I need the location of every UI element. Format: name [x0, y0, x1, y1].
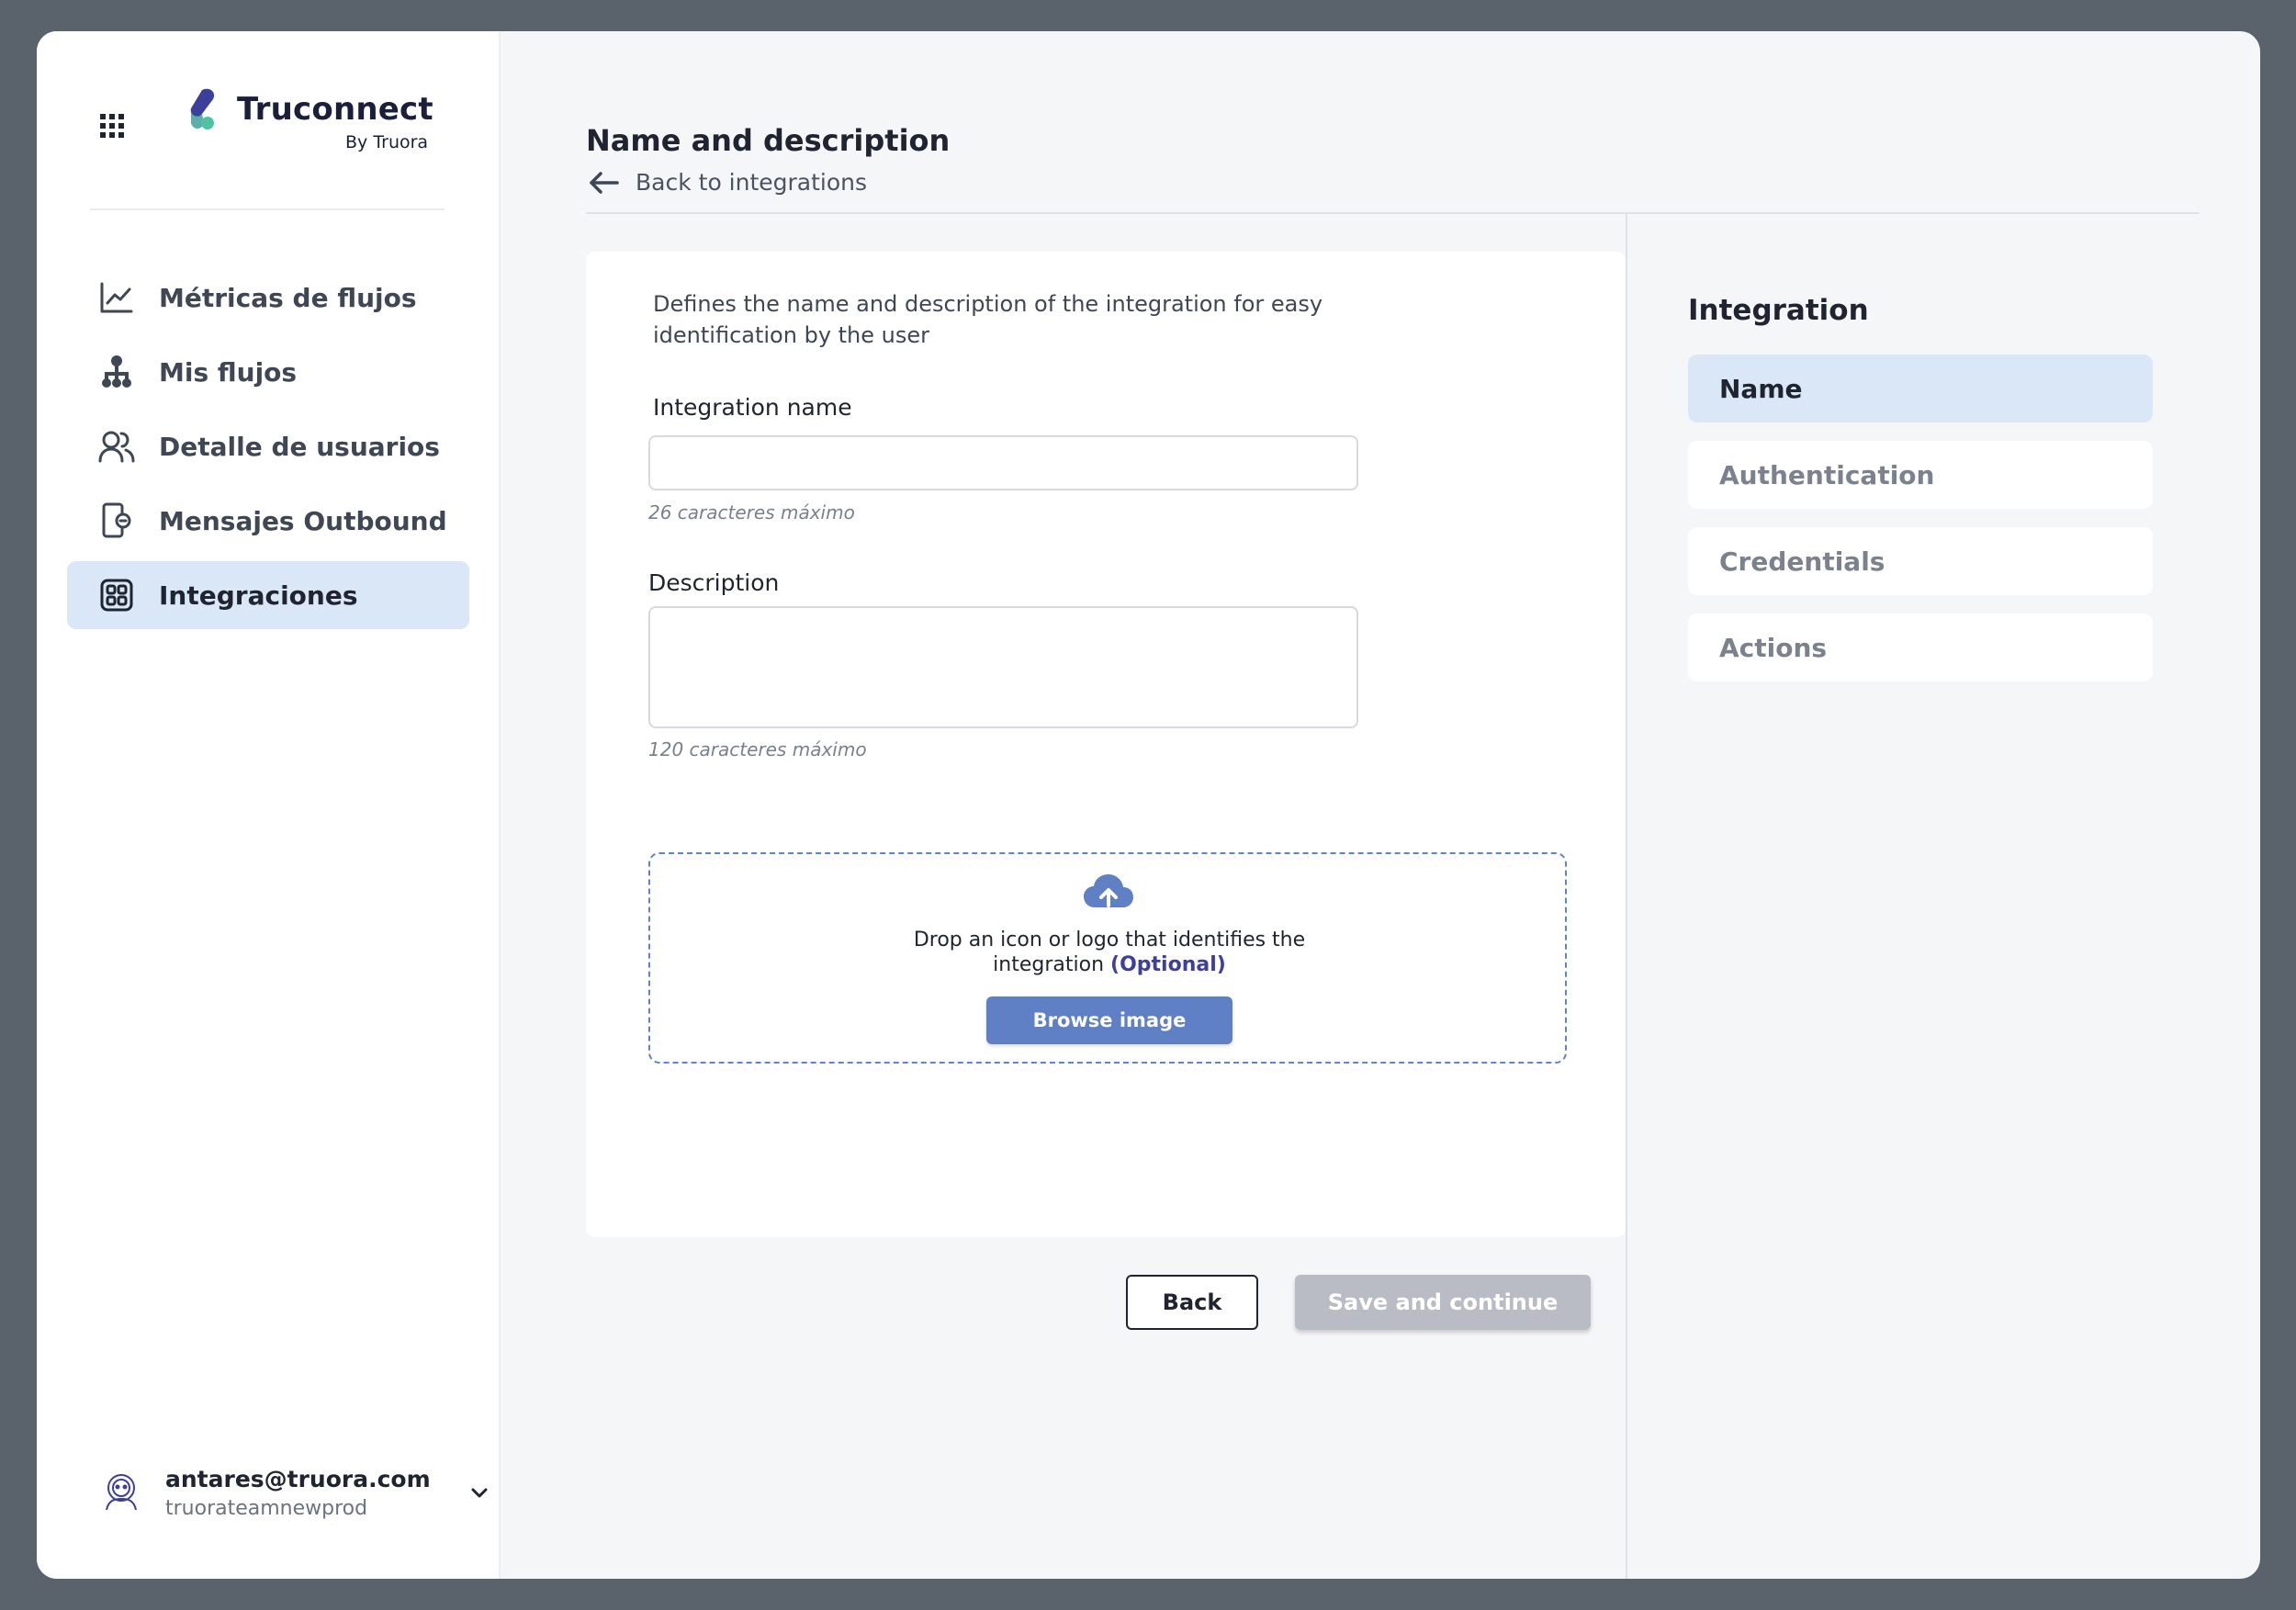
page-title: Name and description: [586, 123, 951, 158]
user-email: antares@truora.com: [165, 1466, 431, 1492]
sidebar-item-label: Mis flujos: [159, 356, 298, 388]
dropzone-instruction: Drop an icon or logo that identifies the…: [913, 929, 1306, 976]
step-actions[interactable]: Actions: [1688, 614, 2153, 681]
avatar-icon: [106, 1474, 137, 1511]
steps-divider: [1626, 214, 1627, 1579]
sidebar-item-usuarios[interactable]: Detalle de usuarios: [67, 412, 469, 480]
form-description: Defines the name and description of the …: [653, 291, 1323, 348]
optional-label: (Optional): [1110, 953, 1226, 976]
description-hint: 120 caracteres máximo: [648, 738, 867, 760]
form-card: Defines the name and description of the …: [586, 252, 1626, 1237]
step-name[interactable]: Name: [1688, 355, 2153, 422]
step-authentication[interactable]: Authentication: [1688, 441, 2153, 509]
sidebar-item-integraciones[interactable]: Integraciones: [67, 561, 469, 629]
integration-name-input[interactable]: [648, 435, 1358, 490]
steps-list: Name Authentication Credentials Actions: [1688, 355, 2153, 700]
sidebar-item-label: Detalle de usuarios: [159, 431, 440, 462]
chevron-down-icon[interactable]: [468, 1484, 490, 1503]
sidebar-item-mensajes[interactable]: Mensajes Outbound: [67, 487, 469, 555]
user-team: truorateamnewprod: [165, 1497, 368, 1520]
save-and-continue-button[interactable]: Save and continue: [1295, 1275, 1591, 1330]
sidebar: Truconnect By Truora Métricas de flujos: [37, 31, 501, 1579]
description-label: Description: [648, 569, 780, 596]
app-window: Truconnect By Truora Métricas de flujos: [37, 31, 2260, 1579]
brand-subtitle: By Truora: [345, 132, 429, 152]
user-menu[interactable]: antares@truora.com truorateamnewprod: [101, 1462, 488, 1526]
brand-name: Truconnect: [237, 91, 433, 128]
integration-name-label: Integration name: [653, 394, 852, 421]
sidebar-item-metricas[interactable]: Métricas de flujos: [67, 264, 469, 332]
apps-grid-icon[interactable]: [98, 112, 126, 140]
sidebar-item-label: Métricas de flujos: [159, 282, 417, 313]
back-button[interactable]: Back: [1126, 1275, 1258, 1330]
arrow-left-icon: [590, 171, 619, 194]
browse-image-button[interactable]: Browse image: [986, 996, 1232, 1044]
back-link-label: Back to integrations: [636, 169, 868, 196]
integrations-grid-icon: [98, 577, 135, 614]
sidebar-nav: Métricas de flujos Mis flujos Detalle de…: [67, 264, 469, 636]
back-to-integrations-link[interactable]: Back to integrations: [588, 169, 867, 196]
truconnect-logo-icon: [190, 88, 215, 129]
steps-title: Integration: [1688, 294, 1869, 327]
step-credentials[interactable]: Credentials: [1688, 527, 2153, 595]
description-textarea[interactable]: [648, 606, 1358, 728]
flow-tree-icon: [98, 354, 135, 390]
image-dropzone[interactable]: Drop an icon or logo that identifies the…: [648, 852, 1567, 1064]
dropzone-text: Drop an icon or logo that identifies the…: [880, 928, 1339, 977]
sidebar-item-label: Mensajes Outbound: [159, 505, 447, 536]
sidebar-item-label: Integraciones: [159, 580, 358, 611]
users-icon: [98, 428, 135, 465]
header-divider: [586, 212, 2200, 214]
integration-name-hint: 26 caracteres máximo: [648, 501, 855, 524]
sidebar-divider: [90, 208, 445, 210]
chart-line-icon: [98, 279, 135, 316]
cloud-upload-icon: [1084, 874, 1133, 907]
phone-message-icon: [98, 502, 135, 539]
sidebar-item-mis-flujos[interactable]: Mis flujos: [67, 338, 469, 406]
